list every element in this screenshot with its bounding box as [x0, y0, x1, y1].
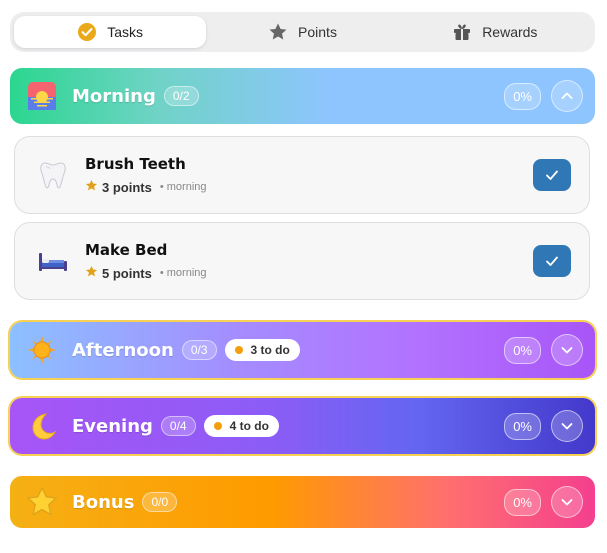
- task-points: 3 points: [102, 179, 152, 195]
- sun-icon: [26, 334, 58, 366]
- section-title: Afternoon: [72, 339, 174, 361]
- section-bonus-header[interactable]: Bonus 0/0 0%: [10, 476, 595, 528]
- todo-text: 4 to do: [229, 419, 269, 433]
- todo-badge: 3 to do: [224, 339, 300, 361]
- star-icon: [268, 22, 288, 42]
- star-icon: [85, 265, 98, 281]
- chevron-down-icon[interactable]: [551, 486, 583, 518]
- section-title: Bonus: [72, 491, 135, 513]
- task-name: Brush Teeth: [85, 155, 186, 173]
- tab-rewards-label: Rewards: [482, 24, 538, 40]
- task-name: Make Bed: [85, 241, 168, 259]
- tab-points-label: Points: [298, 24, 337, 40]
- task-card[interactable]: Brush Teeth 3 points • morning: [14, 136, 590, 214]
- chevron-down-icon[interactable]: [551, 410, 583, 442]
- task-period: • morning: [159, 267, 207, 279]
- task-points: 5 points: [102, 265, 152, 281]
- sunrise-icon: [26, 80, 58, 112]
- section-percent-badge: 0%: [504, 488, 541, 516]
- chevron-down-icon[interactable]: [551, 334, 583, 366]
- tab-points[interactable]: Points: [206, 16, 398, 48]
- chevron-up-icon[interactable]: [551, 80, 583, 112]
- task-card[interactable]: Make Bed 5 points • morning: [14, 222, 590, 300]
- todo-text: 3 to do: [250, 343, 290, 357]
- checkmark-icon: [546, 256, 558, 266]
- todo-dot-icon: [213, 422, 222, 430]
- bed-icon: [35, 243, 71, 279]
- section-morning-header[interactable]: Morning 0/2 0%: [10, 68, 595, 124]
- tab-tasks-label: Tasks: [107, 24, 144, 40]
- crescent-moon-icon: [26, 410, 58, 442]
- section-afternoon-header[interactable]: Afternoon 0/3 3 to do 0%: [10, 322, 595, 378]
- section-count-badge: 0/3: [181, 340, 217, 360]
- section-count-badge: 0/0: [142, 492, 178, 512]
- check-circle-icon: [77, 22, 97, 42]
- section-percent-badge: 0%: [504, 82, 541, 110]
- section-title: Morning: [72, 85, 156, 107]
- star-icon: [85, 179, 98, 195]
- tab-tasks[interactable]: Tasks: [14, 16, 207, 48]
- tab-bar: Tasks Points Rewards: [10, 12, 595, 52]
- checkmark-icon: [546, 170, 558, 180]
- section-count-badge: 0/2: [163, 86, 199, 106]
- todo-badge: 4 to do: [203, 415, 279, 437]
- task-complete-checkbox[interactable]: [533, 159, 571, 191]
- section-percent-badge: 0%: [504, 336, 541, 364]
- section-count-badge: 0/4: [160, 416, 196, 436]
- todo-dot-icon: [234, 346, 243, 354]
- section-title: Evening: [72, 415, 153, 437]
- task-complete-checkbox[interactable]: [533, 245, 571, 277]
- tooth-icon: [35, 157, 71, 193]
- section-percent-badge: 0%: [504, 412, 541, 440]
- tab-rewards[interactable]: Rewards: [399, 16, 591, 48]
- star-icon: [26, 486, 58, 518]
- gift-icon: [452, 22, 472, 42]
- section-evening-header[interactable]: Evening 0/4 4 to do 0%: [10, 398, 595, 454]
- task-period: • morning: [159, 181, 207, 193]
